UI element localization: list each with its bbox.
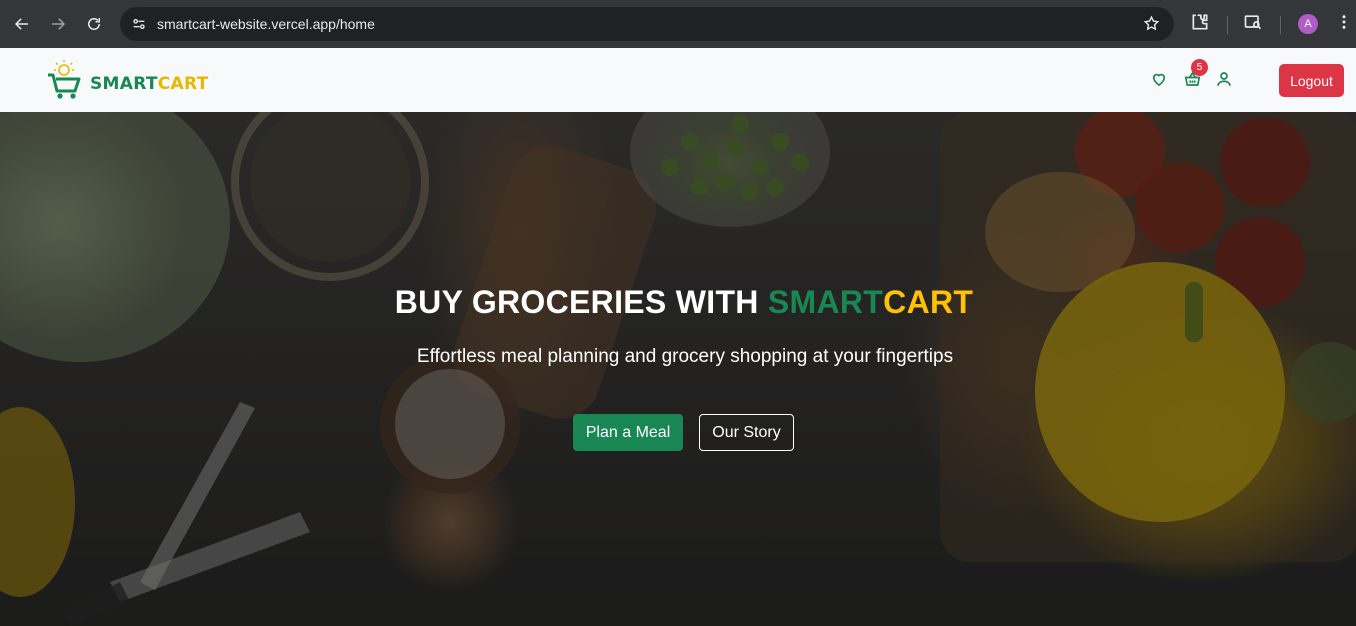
- more-menu-icon[interactable]: [1335, 12, 1353, 37]
- heart-icon[interactable]: [1150, 70, 1168, 93]
- browser-toolbar: smartcart-website.vercel.app/home A: [0, 0, 1356, 48]
- reload-icon: [88, 18, 100, 30]
- hero-title: BUY GROCERIES WITH SMARTCART: [0, 284, 1356, 321]
- hero-title-cart: CART: [883, 284, 974, 320]
- hero-title-smart: SMART: [767, 284, 884, 320]
- logout-button[interactable]: Logout: [1279, 64, 1344, 97]
- user-icon[interactable]: [1215, 70, 1233, 93]
- back-arrow-icon: [14, 18, 28, 30]
- plan-a-meal-button[interactable]: Plan a Meal: [573, 414, 683, 451]
- hero-content: BUY GROCERIES WITH SMARTCART Effortless …: [0, 112, 1356, 626]
- logo-text: SMARTCART: [90, 74, 209, 94]
- site-navbar: SMARTCART: [0, 48, 1356, 112]
- url-text[interactable]: smartcart-website.vercel.app/home: [157, 16, 375, 32]
- forward-arrow-icon: [52, 18, 66, 30]
- cart-count-badge: 5: [1191, 59, 1208, 76]
- back-button[interactable]: [8, 10, 36, 38]
- forward-button[interactable]: [44, 10, 72, 38]
- toolbar-divider: [1227, 16, 1228, 34]
- logo-smart: SMART: [90, 74, 158, 94]
- reload-button[interactable]: [80, 10, 108, 38]
- hero-title-prefix: BUY GROCERIES WITH: [394, 284, 768, 320]
- cart-logo-icon: [46, 58, 86, 102]
- logo-cart: CART: [157, 74, 209, 94]
- site-info-icon[interactable]: [128, 13, 150, 35]
- address-bar[interactable]: smartcart-website.vercel.app/home: [120, 7, 1174, 41]
- toolbar-divider: [1280, 16, 1281, 34]
- hero-subtitle: Effortless meal planning and grocery sho…: [416, 346, 954, 367]
- profile-avatar[interactable]: A: [1298, 14, 1318, 34]
- bookmark-star-icon[interactable]: [1143, 15, 1160, 37]
- our-story-button[interactable]: Our Story: [699, 414, 794, 451]
- tab-search-icon[interactable]: [1243, 12, 1263, 37]
- hero-section: BUY GROCERIES WITH SMARTCART Effortless …: [0, 112, 1356, 626]
- logo[interactable]: SMARTCART: [46, 58, 209, 102]
- extensions-icon[interactable]: [1190, 12, 1210, 37]
